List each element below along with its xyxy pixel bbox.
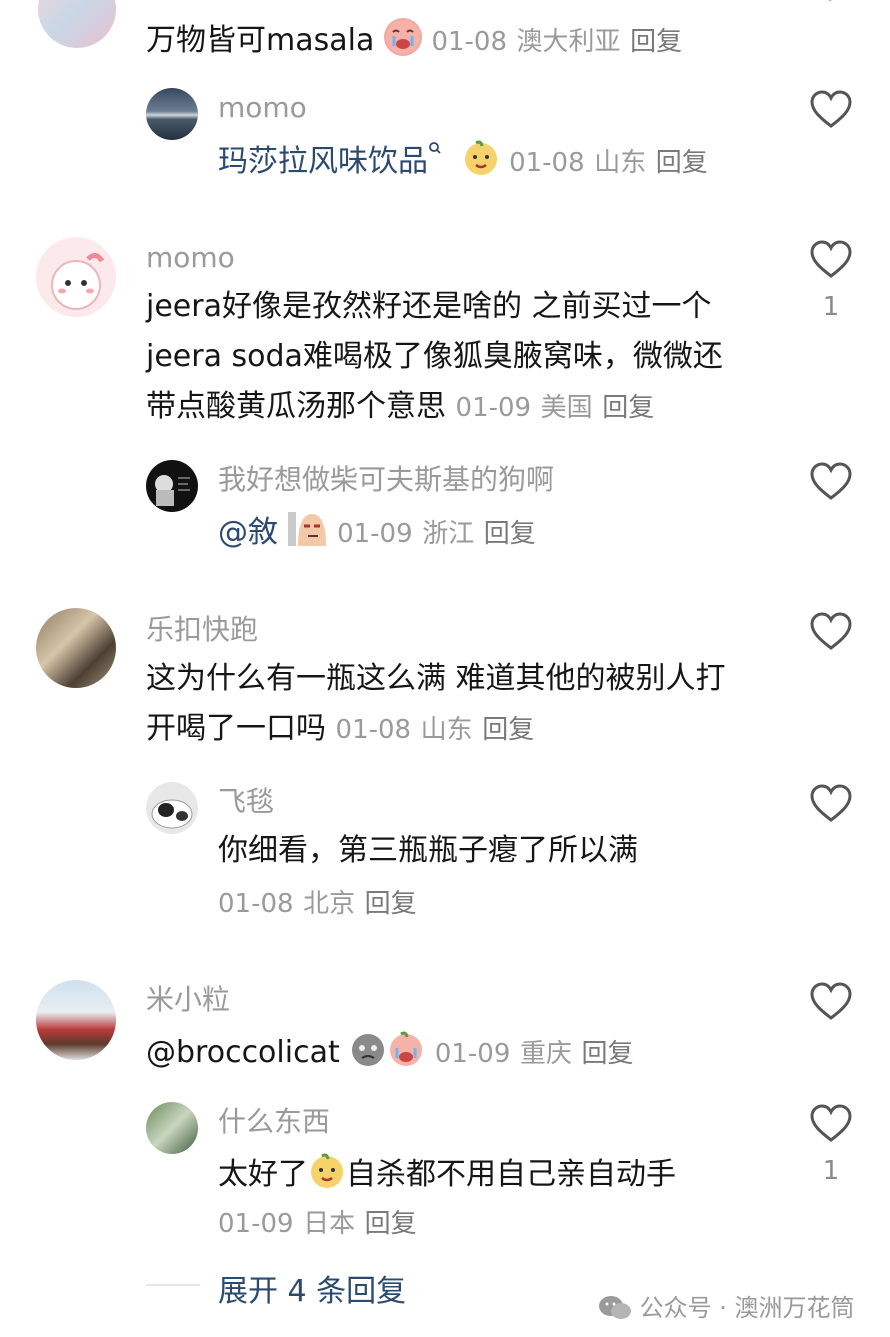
comment-time: 01-08 bbox=[335, 715, 412, 745]
reply-meta: 01-09 日本 回复 bbox=[218, 1204, 417, 1243]
reply-button[interactable]: 回复 bbox=[602, 393, 654, 423]
like-count: 1 bbox=[822, 1156, 840, 1186]
heart-icon[interactable] bbox=[809, 240, 853, 280]
divider bbox=[146, 1284, 200, 1286]
reply-location: 山东 bbox=[594, 148, 647, 178]
sticker-emoji-icon bbox=[287, 510, 328, 548]
reply-text: @敘 01-09 浙江 回复 bbox=[218, 510, 536, 553]
smirk-emoji-icon bbox=[308, 1152, 346, 1190]
comment-text: @broccolicat 01-09 重庆 回复 bbox=[146, 1030, 634, 1073]
comment-username[interactable]: 乐扣快跑 bbox=[146, 612, 258, 648]
reply-button[interactable]: 回复 bbox=[365, 1209, 417, 1239]
avatar[interactable] bbox=[36, 608, 116, 688]
comment-time: 01-09 bbox=[455, 393, 532, 423]
expand-replies-button[interactable]: 展开 4 条回复 bbox=[218, 1266, 406, 1310]
reply-text: 玛莎拉风味饮品 01-08 山东 回复 bbox=[218, 139, 708, 182]
avatar[interactable] bbox=[36, 980, 116, 1060]
reply-button[interactable]: 回复 bbox=[365, 889, 417, 919]
crying-emoji-icon bbox=[383, 18, 422, 56]
comment-username[interactable]: 米小粒 bbox=[146, 982, 230, 1018]
reply-username[interactable]: 飞毯 bbox=[218, 784, 274, 820]
heart-icon[interactable] bbox=[809, 462, 853, 502]
wechat-icon bbox=[599, 1296, 631, 1319]
mention-link[interactable]: @broccolicat bbox=[146, 1035, 340, 1070]
reply-text: 太好了 自杀都不用自己亲自动手 bbox=[218, 1152, 676, 1194]
comment-text-line: jeera好像是孜然籽还是啥的 之前买过一个 bbox=[146, 289, 712, 324]
reply-username[interactable]: momo bbox=[218, 90, 307, 126]
like-count: 1 bbox=[822, 292, 840, 322]
reply-button[interactable]: 回复 bbox=[484, 519, 536, 549]
reply-button[interactable]: 回复 bbox=[630, 27, 682, 57]
avatar[interactable] bbox=[146, 460, 198, 512]
grey-sad-emoji-icon bbox=[349, 1030, 387, 1068]
reply-text: 你细看，第三瓶瓶子瘪了所以满 bbox=[218, 833, 638, 868]
reply-button[interactable]: 回复 bbox=[656, 148, 708, 178]
avatar[interactable] bbox=[38, 0, 116, 48]
smirk-emoji-icon bbox=[462, 139, 500, 177]
reply-location: 日本 bbox=[303, 1209, 356, 1239]
avatar[interactable] bbox=[36, 237, 116, 317]
reply-username[interactable]: 什么东西 bbox=[218, 1104, 330, 1140]
reply-location: 北京 bbox=[303, 889, 356, 919]
more-icon[interactable] bbox=[816, 0, 844, 6]
reply-time: 01-08 bbox=[509, 148, 585, 178]
comment-time: 01-08 bbox=[431, 27, 507, 57]
comment-location: 重庆 bbox=[519, 1039, 572, 1069]
comment-text: 万物皆可masala 01-08 澳大利亚 回复 bbox=[146, 18, 682, 61]
comment-time: 01-09 bbox=[434, 1039, 511, 1069]
watermark: 公众号 · 澳洲万花筒 bbox=[598, 1288, 855, 1323]
avatar[interactable] bbox=[146, 1102, 198, 1154]
avatar[interactable] bbox=[146, 88, 198, 140]
comment-text-line: jeera soda难喝极了像狐臭腋窝味，微微还 bbox=[146, 339, 723, 374]
search-icon bbox=[429, 142, 441, 154]
reply-button[interactable]: 回复 bbox=[482, 715, 534, 745]
reply-time: 01-09 bbox=[337, 519, 413, 549]
comment-location: 澳大利亚 bbox=[516, 27, 621, 57]
search-link[interactable]: 玛莎拉风味饮品 bbox=[218, 144, 428, 179]
mention-link[interactable]: @敘 bbox=[218, 515, 278, 550]
reply-username[interactable]: 我好想做柴可夫斯基的狗啊 bbox=[218, 462, 554, 498]
comment-text-line: 这为什么有一瓶这么满 难道其他的被别人打 bbox=[146, 661, 726, 696]
heart-icon[interactable] bbox=[809, 1104, 853, 1144]
comment-location: 山东 bbox=[420, 715, 473, 745]
heart-icon[interactable] bbox=[809, 982, 853, 1022]
comment-username[interactable]: momo bbox=[146, 240, 235, 276]
comment-last-line: 开喝了一口吗 01-08 山东 回复 bbox=[146, 711, 535, 746]
crying-emoji-icon bbox=[387, 1030, 425, 1068]
reply-button[interactable]: 回复 bbox=[582, 1039, 634, 1069]
avatar[interactable] bbox=[146, 782, 198, 834]
reply-location: 浙江 bbox=[422, 519, 475, 549]
heart-icon[interactable] bbox=[809, 612, 853, 652]
reply-time: 01-08 bbox=[218, 889, 294, 919]
heart-icon[interactable] bbox=[809, 90, 853, 130]
comment-last-line: 带点酸黄瓜汤那个意思 01-09 美国 回复 bbox=[146, 389, 655, 424]
comment-location: 美国 bbox=[540, 393, 593, 423]
heart-icon[interactable] bbox=[809, 784, 853, 824]
reply-time: 01-09 bbox=[218, 1209, 294, 1239]
reply-meta: 01-08 北京 回复 bbox=[218, 884, 417, 923]
